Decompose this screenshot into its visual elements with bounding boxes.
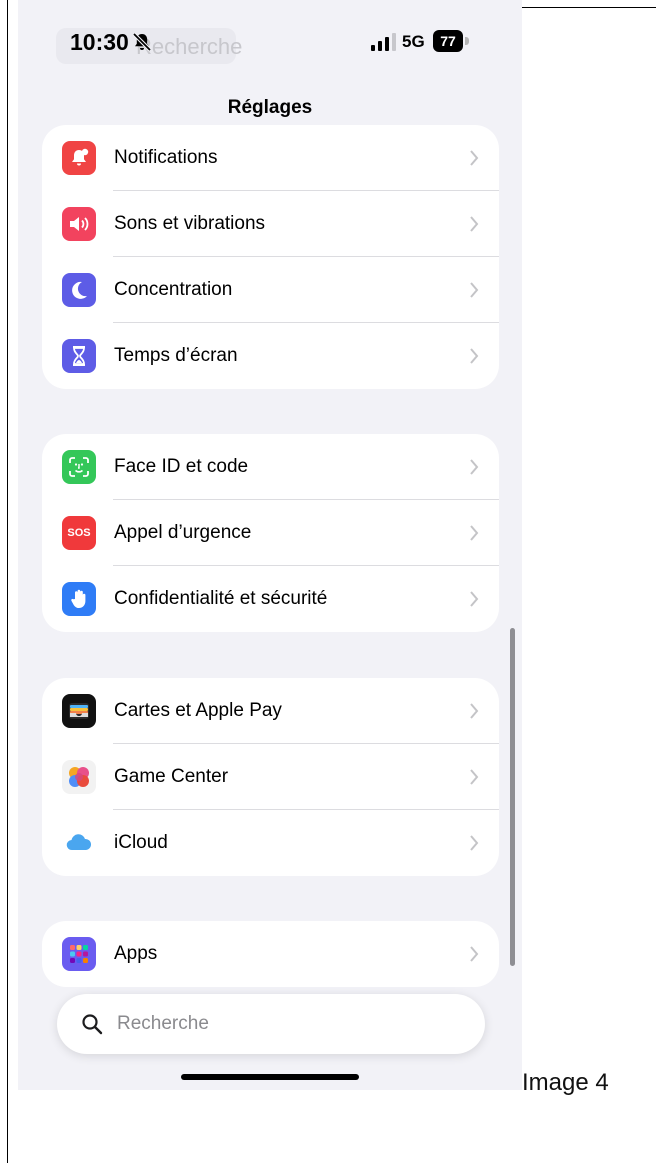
settings-row-icloud[interactable]: iCloud [42, 810, 499, 876]
chevron-right-icon [470, 150, 479, 166]
row-label: Concentration [114, 279, 233, 300]
settings-row-face-id[interactable]: Face ID et code [42, 434, 499, 500]
row-label: Confidentialité et sécurité [114, 588, 328, 609]
settings-row-appel-urgence[interactable]: SOS Appel d’urgence [42, 500, 499, 566]
row-label: iCloud [114, 832, 168, 853]
settings-row-notifications[interactable]: Notifications [42, 125, 499, 191]
settings-row-game-center[interactable]: Game Center [42, 744, 499, 810]
chevron-right-icon [470, 591, 479, 607]
cloud-icon [62, 826, 96, 860]
silent-bell-icon [132, 32, 152, 52]
search-placeholder: Recherche [117, 1013, 209, 1034]
search-icon [82, 1014, 103, 1035]
status-time: 10:30 [70, 29, 129, 55]
chevron-right-icon [470, 835, 479, 851]
status-bar: Recherche 10:30 5G 77 [18, 0, 522, 86]
battery-icon: 77 [433, 30, 471, 52]
settings-row-concentration[interactable]: Concentration [42, 257, 499, 323]
row-label: Appel d’urgence [114, 522, 252, 543]
settings-group-2: Face ID et code SOS Appel d’urgence Conf… [42, 434, 499, 632]
chevron-right-icon [470, 946, 479, 962]
figure-caption: Image 4 [522, 1069, 609, 1096]
settings-group-1: Notifications Sons et vibrations Concent… [42, 125, 499, 389]
settings-row-cartes-apple-pay[interactable]: Cartes et Apple Pay [42, 678, 499, 744]
row-label: Temps d’écran [114, 345, 238, 366]
chevron-right-icon [470, 348, 479, 364]
wallet-icon [62, 694, 96, 728]
sos-icon: SOS [62, 516, 96, 550]
settings-row-confidentialite[interactable]: Confidentialité et sécurité [42, 566, 499, 632]
document-border-top [521, 7, 656, 8]
row-label: Cartes et Apple Pay [114, 700, 282, 721]
row-label: Sons et vibrations [114, 213, 266, 234]
sos-text: SOS [67, 527, 91, 539]
settings-group-4: Apps [42, 921, 499, 987]
bell-badge-icon [62, 141, 96, 175]
game-center-icon [62, 760, 96, 794]
page-title: Réglages [227, 97, 313, 118]
hourglass-icon [62, 339, 96, 373]
chevron-right-icon [470, 525, 479, 541]
battery-level: 77 [433, 30, 463, 52]
phone-screen: Recherche 10:30 5G 77 Réglages Notificat… [18, 0, 522, 1090]
search-bar[interactable]: Recherche [57, 994, 485, 1054]
row-label: Notifications [114, 147, 218, 168]
row-label: Apps [114, 943, 158, 964]
apps-grid-icon [62, 937, 96, 971]
settings-row-sons-vibrations[interactable]: Sons et vibrations [42, 191, 499, 257]
chevron-right-icon [470, 282, 479, 298]
moon-icon [62, 273, 96, 307]
chevron-right-icon [470, 216, 479, 232]
settings-row-apps[interactable]: Apps [42, 921, 499, 987]
chevron-right-icon [470, 459, 479, 475]
row-label: Game Center [114, 766, 229, 787]
hand-icon [62, 582, 96, 616]
chevron-right-icon [470, 703, 479, 719]
settings-row-temps-ecran[interactable]: Temps d’écran [42, 323, 499, 389]
row-label: Face ID et code [114, 456, 249, 477]
settings-group-3: Cartes et Apple Pay Game Center iCloud [42, 678, 499, 876]
face-id-icon [62, 450, 96, 484]
signal-icon [371, 33, 396, 51]
network-label: 5G [402, 32, 425, 51]
scrollbar[interactable] [510, 628, 515, 966]
document-border-left [7, 0, 8, 1163]
speaker-icon [62, 207, 96, 241]
home-indicator[interactable] [181, 1074, 359, 1080]
chevron-right-icon [470, 769, 479, 785]
